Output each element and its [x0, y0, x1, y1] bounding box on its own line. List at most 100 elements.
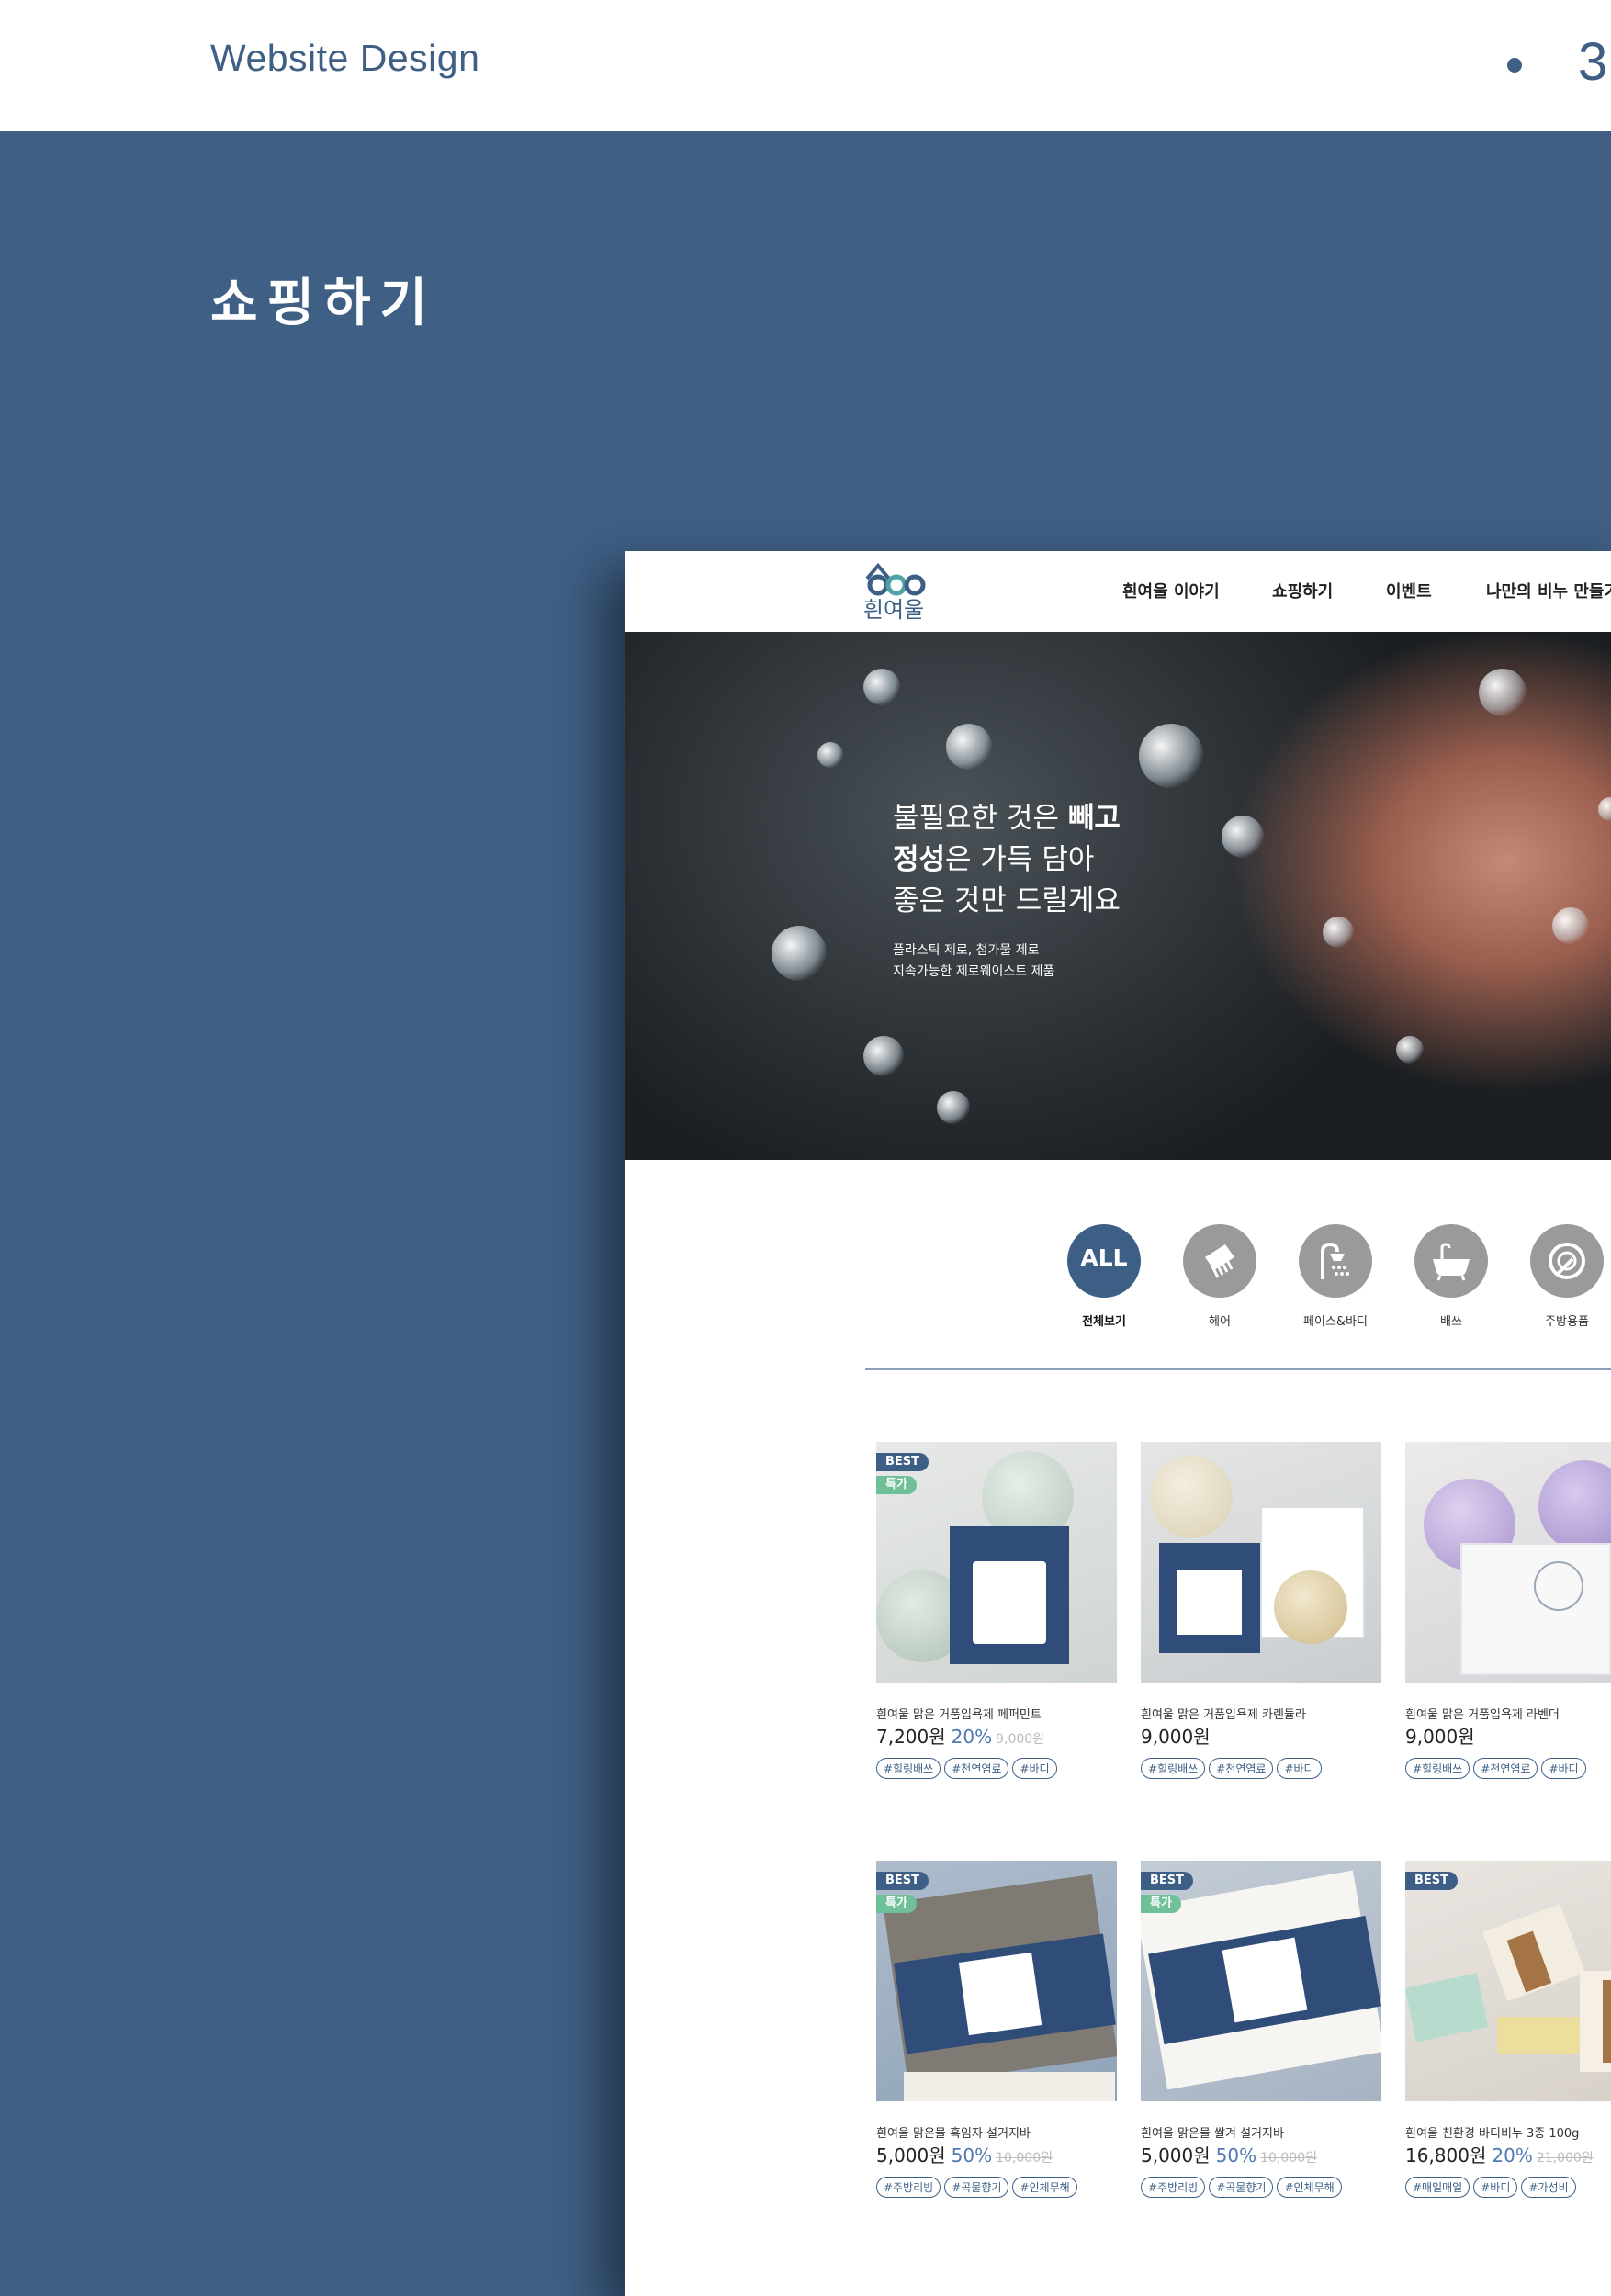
product-image[interactable]: [1405, 1442, 1611, 1683]
category-face-body-button[interactable]: [1299, 1224, 1372, 1298]
category-label-bath[interactable]: 배쓰: [1401, 1311, 1502, 1329]
original-price: 10,000원: [996, 2151, 1053, 2166]
product-box: [1460, 1543, 1611, 1675]
product-image[interactable]: BEST: [1405, 1861, 1611, 2101]
hero-text-bold: 정성: [893, 843, 946, 876]
hero-text: 불필요한 것은: [893, 802, 1068, 835]
product-tags: #주방리빙 #곡물향기 #인체무해: [876, 2177, 1081, 2198]
price-value: 9,000원: [1405, 1726, 1475, 1748]
tag-chip[interactable]: #가성비: [1521, 2177, 1576, 2198]
product-card[interactable]: 흰여울 맑은 거품입욕제 라벤더 9,000원 #힐링배쓰 #천연염료 #바디: [1405, 1442, 1611, 1809]
product-image[interactable]: BEST 특가: [876, 1861, 1117, 2101]
original-price: 9,000원: [996, 1732, 1045, 1747]
tag-chip[interactable]: #천연염료: [1473, 1758, 1538, 1779]
category-label-kitchen[interactable]: 주방용품: [1516, 1311, 1611, 1329]
nav-item-story[interactable]: 흰여울 이야기: [1122, 579, 1220, 602]
website-mockup: 흰여울 흰여울 이야기 쇼핑하기 이벤트 나만의 비누 만들기 불필요한 것은 …: [625, 551, 1611, 2296]
product-name[interactable]: 흰여울 맑은물 흑임자 설거지바: [876, 2123, 1031, 2141]
product-image[interactable]: BEST 특가: [876, 1442, 1117, 1683]
product-name[interactable]: 흰여울 맑은 거품입욕제 카렌듈라: [1141, 1705, 1306, 1722]
price-value: 5,000원: [876, 2144, 946, 2167]
product-card[interactable]: 흰여울 맑은 거품입욕제 카렌듈라 9,000원 #힐링배쓰 #천연염료 #바디: [1141, 1442, 1381, 1809]
product-band: [1603, 1980, 1611, 2063]
tag-chip[interactable]: #바디: [1541, 1758, 1586, 1779]
hero-text: 은 가득 담아: [945, 843, 1095, 876]
comb-icon: [1205, 1244, 1234, 1278]
discount-rate: 20%: [1492, 2144, 1533, 2167]
water-drop: [863, 669, 900, 705]
tag-chip[interactable]: #힐링배쓰: [1141, 1758, 1206, 1779]
discount-rate: 50%: [1215, 2144, 1257, 2167]
category-hair-button[interactable]: [1183, 1224, 1256, 1298]
tag-chip[interactable]: #바디: [1012, 1758, 1057, 1779]
product-name[interactable]: 흰여울 맑은물 쌀겨 설거지바: [1141, 2123, 1284, 2141]
tag-chip[interactable]: #바디: [1277, 1758, 1322, 1779]
product-name[interactable]: 흰여울 친환경 바디비누 3종 100g: [1405, 2123, 1579, 2141]
best-badge: BEST: [876, 1453, 929, 1471]
tag-chip[interactable]: #곡물향기: [944, 2177, 1009, 2198]
nav-item-shopping[interactable]: 쇼핑하기: [1272, 579, 1333, 602]
discount-rate: 20%: [951, 1726, 993, 1748]
category-all-button[interactable]: ALL: [1067, 1224, 1141, 1298]
nav-item-event[interactable]: 이벤트: [1386, 579, 1432, 602]
site-logo-text: 흰여울: [862, 597, 925, 623]
product-tags: #주방리빙 #곡물향기 #인체무해: [1141, 2177, 1346, 2198]
hero-subtext-line2: 지속가능한 제로웨이스트 제품: [893, 964, 1055, 979]
tag-chip[interactable]: #바디: [1473, 2177, 1518, 2198]
tag-chip[interactable]: #천연염료: [944, 1758, 1009, 1779]
product-name[interactable]: 흰여울 맑은 거품입욕제 라벤더: [1405, 1705, 1560, 1722]
hero-banner: 불필요한 것은 빼고 정성은 가득 담아 좋은 것만 드릴게요 플라스틱 제로,…: [625, 632, 1611, 1160]
discount-rate: 50%: [951, 2144, 993, 2167]
page-number: 3: [1578, 32, 1608, 92]
product-card[interactable]: BEST 특가 흰여울 맑은물 쌀겨 설거지바 5,000원 50% 10,000원…: [1141, 1861, 1381, 2228]
product-price: 9,000원: [1405, 1722, 1475, 1749]
product-label: [1222, 1937, 1308, 2023]
tag-chip[interactable]: #힐링배쓰: [876, 1758, 941, 1779]
category-divider: [865, 1368, 1611, 1370]
product-price: 7,200원 20% 9,000원: [876, 1722, 1044, 1749]
dish-sponge-icon: [1549, 1243, 1585, 1279]
bath-bomb: [1150, 1456, 1233, 1538]
product-image[interactable]: [1141, 1442, 1381, 1683]
tag-chip[interactable]: #주방리빙: [876, 2177, 941, 2198]
tag-chip[interactable]: #곡물향기: [1209, 2177, 1274, 2198]
product-card[interactable]: BEST 흰여울 친환경 바디비누 3종 100g 16,800원 20% 21,0…: [1405, 1861, 1611, 2228]
water-drop: [863, 1036, 904, 1076]
category-bath-button[interactable]: [1414, 1224, 1488, 1298]
best-badge: BEST: [876, 1872, 929, 1890]
tag-chip[interactable]: #매일매일: [1405, 2177, 1470, 2198]
water-drop: [1552, 907, 1589, 944]
category-label-all[interactable]: 전체보기: [1053, 1311, 1155, 1329]
bath-bomb: [1538, 1460, 1611, 1552]
sale-badge: 특가: [876, 1476, 917, 1494]
price-value: 16,800원: [1405, 2144, 1487, 2167]
product-card[interactable]: BEST 특가 흰여울 맑은 거품입욕제 페퍼민트 7,200원 20% 9,000…: [876, 1442, 1117, 1809]
product-card[interactable]: BEST 특가 흰여울 맑은물 흑임자 설거지바 5,000원 50% 10,000…: [876, 1861, 1117, 2228]
header-dot: [1507, 58, 1522, 73]
hero-headline-line2: 정성은 가득 담아: [893, 836, 1094, 877]
tag-chip[interactable]: #천연염료: [1209, 1758, 1274, 1779]
product-price: 9,000원: [1141, 1722, 1211, 1749]
product-price: 5,000원 50% 10,000원: [1141, 2141, 1317, 2167]
product-label: [958, 1952, 1042, 2036]
product-name[interactable]: 흰여울 맑은 거품입욕제 페퍼민트: [876, 1705, 1042, 1722]
nav-item-make-soap[interactable]: 나만의 비누 만들기: [1486, 579, 1611, 602]
tag-chip[interactable]: #주방리빙: [1141, 2177, 1206, 2198]
hero-subtext-line1: 플라스틱 제로, 첨가물 제로: [893, 943, 1040, 958]
category-all-icon: ALL: [1080, 1244, 1128, 1271]
category-label-face-body[interactable]: 페이스&바디: [1285, 1311, 1386, 1329]
product-label: [1534, 1561, 1583, 1611]
category-kitchen-button[interactable]: [1530, 1224, 1604, 1298]
product-image[interactable]: BEST 특가: [1141, 1861, 1381, 2101]
best-badge: BEST: [1405, 1872, 1459, 1890]
document-header: Website Design 3: [0, 0, 1611, 131]
water-drop: [772, 926, 827, 981]
tag-chip[interactable]: #힐링배쓰: [1405, 1758, 1470, 1779]
soap-bar: [904, 2072, 1115, 2101]
product-tags: #힐링배쓰 #천연염료 #바디: [1141, 1758, 1325, 1779]
category-label-hair[interactable]: 헤어: [1169, 1311, 1270, 1329]
tag-chip[interactable]: #인체무해: [1277, 2177, 1342, 2198]
price-value: 9,000원: [1141, 1726, 1211, 1748]
tag-chip[interactable]: #인체무해: [1012, 2177, 1077, 2198]
water-drop: [817, 742, 843, 768]
